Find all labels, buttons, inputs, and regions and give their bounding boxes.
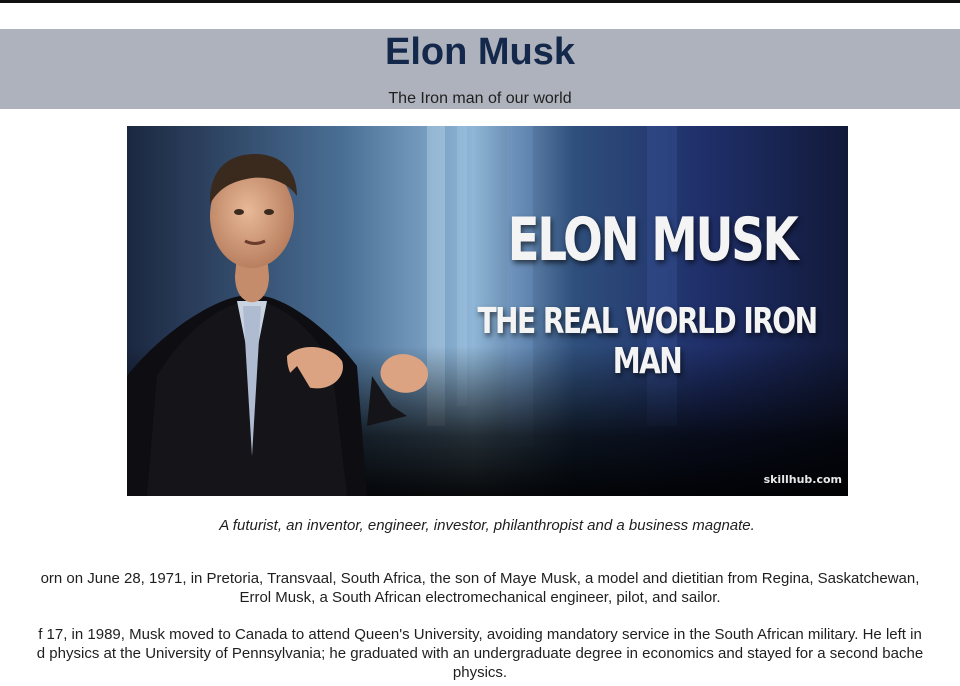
banner-title: ELON MUSK — [507, 205, 799, 275]
page-subtitle: The Iron man of our world — [388, 90, 572, 107]
bio-line: physics. — [452, 664, 508, 681]
page-title: Elon Musk — [384, 31, 576, 73]
watermark-logo: skillhub.com — [763, 473, 842, 486]
banner-subtitle: THE REAL WORLD IRON MAN — [477, 301, 818, 382]
bio-paragraph-birth: orn on June 28, 1971, in Pretoria, Trans… — [0, 569, 960, 607]
bio-line: f 17, in 1989, Musk moved to Canada to a… — [38, 626, 922, 643]
bio-line: Errol Musk, a South African electromecha… — [239, 589, 721, 606]
page-header: Elon Musk The Iron man of our world — [0, 29, 960, 109]
bio-line: d physics at the University of Pennsylva… — [36, 645, 924, 662]
bio-line: orn on June 28, 1971, in Pretoria, Trans… — [40, 570, 920, 587]
image-caption: A futurist, an inventor, engineer, inves… — [219, 517, 755, 534]
top-border — [0, 0, 960, 3]
hero-image: ELON MUSK THE REAL WORLD IRON MAN skillh… — [127, 126, 848, 496]
bio-paragraph-education: f 17, in 1989, Musk moved to Canada to a… — [0, 625, 960, 682]
